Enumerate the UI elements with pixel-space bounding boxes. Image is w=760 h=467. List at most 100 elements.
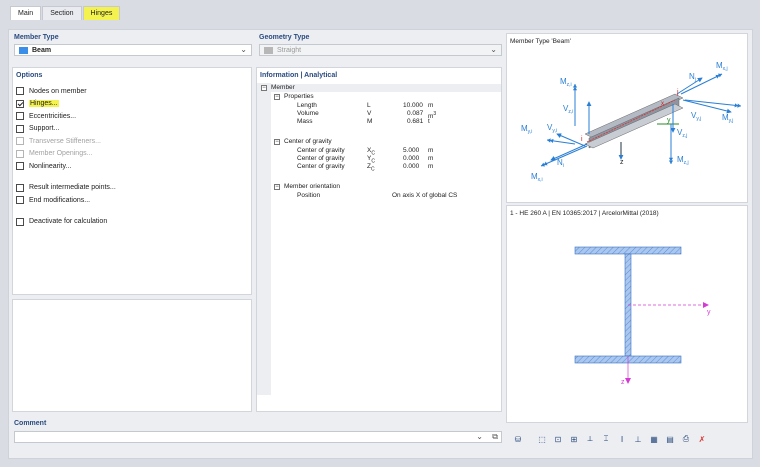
section-info-icon[interactable]: ⛁	[512, 433, 524, 445]
checkbox[interactable]	[16, 196, 24, 204]
option-label: Result intermediate points...	[29, 184, 116, 191]
svg-text:Vz,j: Vz,j	[677, 128, 687, 139]
tree-properties[interactable]: − Properties	[257, 93, 501, 101]
chevron-down-icon[interactable]: ⌄	[476, 432, 483, 441]
option-transverse-stiffeners: Transverse Stiffeners...	[16, 135, 251, 147]
geometry-type-group: Geometry Type Straight ⌄	[259, 34, 502, 56]
prop-symbol: M	[367, 118, 373, 125]
collapse-icon[interactable]: −	[274, 139, 280, 145]
label-vzi-sub: z,i	[568, 109, 573, 115]
tree-gutter	[257, 83, 271, 395]
checkbox[interactable]	[16, 183, 24, 192]
label-ni-sub: i	[563, 163, 564, 169]
member-type-diagram-panel: Member Type 'Beam' Mz,i Vz,i My,i Vy,i N…	[506, 33, 748, 203]
svg-text:Vy,i: Vy,i	[547, 123, 557, 134]
checkbox[interactable]	[16, 124, 24, 133]
svg-text:Ni: Ni	[557, 158, 564, 169]
prop-mass: Mass M 0.681 t	[257, 118, 501, 126]
collapse-icon[interactable]: −	[274, 184, 280, 190]
prop-name: Length	[297, 102, 317, 109]
label-node-i: i	[581, 136, 583, 143]
axes-icon[interactable]: ⟂	[584, 433, 596, 445]
geometry-type-value: Straight	[277, 46, 302, 54]
option-label: Deactivate for calculation	[29, 218, 108, 225]
empty-panel	[12, 299, 252, 412]
prop-name: Mass	[297, 118, 313, 125]
prop-value: 0.087	[407, 110, 424, 117]
beam-diagram: Mz,i Vz,i My,i Vy,i Ni Mx,i Nj Mx,j Vy,j…	[521, 61, 742, 183]
prop-unit: m	[428, 102, 434, 109]
option-nodes-on-member[interactable]: Nodes on member	[16, 85, 251, 97]
section-toolbar: ⛁ ⬚ ⊡ ⊞ ⟂ ⌶ Ⅰ ⊥ ▦ ▤ ⎙ ✗	[512, 432, 748, 446]
i-section-outline-icon[interactable]: Ⅰ	[616, 433, 628, 445]
dimension-icon[interactable]: ⊡	[552, 433, 564, 445]
option-hinges[interactable]: Hinges...	[16, 98, 251, 110]
collapse-icon[interactable]: −	[274, 94, 280, 100]
print-icon[interactable]: ⎙	[680, 433, 692, 445]
label-vyi-sub: y,i	[552, 128, 557, 134]
prop-unit: m	[428, 155, 434, 162]
option-label: Nonlinearity...	[29, 162, 72, 170]
collapse-icon[interactable]: −	[261, 85, 267, 91]
prop-name: Position	[297, 192, 321, 199]
option-label: Eccentricities...	[29, 112, 77, 120]
copy-icon[interactable]: ⧉	[492, 432, 498, 442]
prop-unit: m	[428, 163, 434, 170]
option-nonlinearity[interactable]: Nonlinearity...	[16, 160, 251, 172]
comment-input[interactable]: ⌄ ⧉	[14, 431, 502, 443]
options-panel: Options Nodes on member Hinges... Eccent…	[12, 67, 252, 295]
option-deactivate-for-calculation[interactable]: Deactivate for calculation	[16, 216, 251, 228]
i-section-icon[interactable]: ⌶	[600, 433, 612, 445]
information-panel: Information | Analytical − Member − Prop…	[256, 67, 502, 412]
checkbox[interactable]	[16, 217, 24, 226]
prop-unit: m	[428, 147, 434, 154]
geometry-type-select[interactable]: Straight ⌄	[259, 44, 502, 56]
checkbox[interactable]	[16, 112, 24, 120]
tab-bar: Main Section Hinges	[10, 6, 121, 20]
checkbox[interactable]	[16, 87, 24, 95]
tree-member[interactable]: − Member	[257, 84, 501, 92]
label-mzi-sub: z,i	[567, 82, 572, 88]
section-drawing: y z	[574, 246, 711, 386]
option-support[interactable]: Support...	[16, 123, 251, 135]
tab-hinges[interactable]: Hinges	[82, 6, 121, 20]
checkbox-checked[interactable]	[16, 99, 24, 108]
tab-section[interactable]: Section	[42, 6, 82, 20]
reset-icon[interactable]: ✗	[696, 433, 708, 445]
label-mzj-sub: z,j	[684, 160, 689, 166]
prop-name: Center of gravity	[297, 147, 345, 154]
prop-value: 0.000	[403, 155, 420, 162]
svg-text:Nj: Nj	[689, 72, 696, 83]
table-icon[interactable]: ▤	[664, 433, 676, 445]
information-header: Information | Analytical	[260, 72, 338, 79]
prop-value: 0.000	[403, 163, 420, 170]
stress-points-icon[interactable]: ⊞	[568, 433, 580, 445]
member-type-select[interactable]: Beam ⌄	[14, 44, 252, 56]
tab-main[interactable]: Main	[10, 6, 42, 20]
prop-cog-y: Center of gravity YC 0.000 m	[257, 155, 501, 164]
svg-text:Mx,i: Mx,i	[531, 172, 543, 183]
option-end-modifications[interactable]: End modifications...	[16, 194, 251, 206]
option-result-intermediate-points[interactable]: Result intermediate points...	[16, 182, 251, 194]
geometry-type-color-swatch	[264, 46, 273, 54]
option-eccentricities[interactable]: Eccentricities...	[16, 110, 251, 122]
frame-icon[interactable]: ⬚	[536, 433, 548, 445]
label-vzj-sub: z,j	[682, 133, 687, 139]
label-node-j: j	[676, 89, 679, 96]
tree-member-orientation[interactable]: − Member orientation	[257, 183, 501, 191]
tree-center-of-gravity[interactable]: − Center of gravity	[257, 138, 501, 146]
option-label: Transverse Stiffeners...	[29, 137, 101, 145]
chevron-down-icon: ⌄	[240, 45, 247, 54]
label-axis-x: x	[661, 101, 664, 107]
option-label: Member Openings...	[29, 150, 93, 157]
prop-value: 0.681	[407, 118, 424, 125]
prop-name: Center of gravity	[297, 155, 345, 162]
tree-label: Properties	[284, 93, 314, 100]
flange-icon[interactable]: ⊥	[632, 433, 644, 445]
checkbox[interactable]	[16, 162, 24, 170]
prop-volume: Volume V 0.087 m3	[257, 110, 501, 120]
comment-group: Comment ⌄ ⧉	[14, 420, 502, 443]
section-axis-z: z	[621, 379, 625, 386]
grid-icon[interactable]: ▦	[648, 433, 660, 445]
prop-cog-z: Center of gravity ZC 0.000 m	[257, 163, 501, 172]
